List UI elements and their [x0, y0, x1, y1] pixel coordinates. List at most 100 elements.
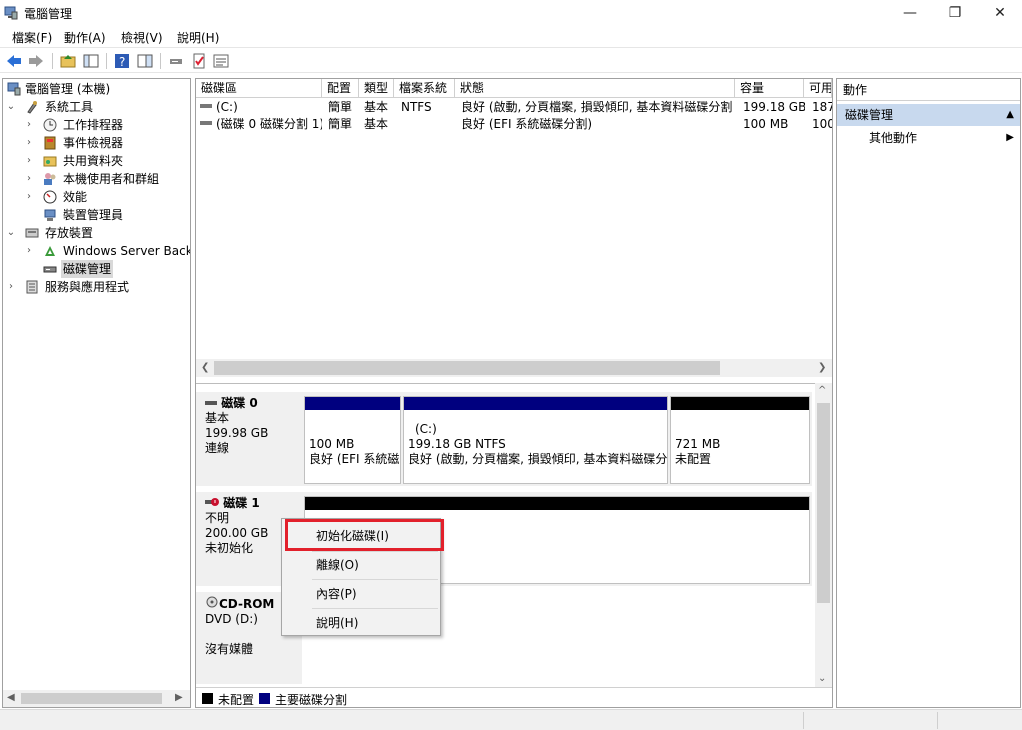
submenu-arrow-icon: ▶	[1006, 132, 1014, 143]
menu-item-properties[interactable]: 內容(P)	[284, 581, 438, 607]
tree-label: 共用資料夾	[63, 154, 124, 168]
scroll-thumb[interactable]	[817, 403, 830, 603]
table-row[interactable]: (C:) 簡單 基本 NTFS 良好 (啟動, 分頁檔案, 損毀傾印, 基本資料…	[196, 99, 832, 116]
storage-icon	[25, 228, 39, 238]
menu-view[interactable]: 檢視(V)	[121, 29, 163, 46]
tree-item-device-manager[interactable]: 裝置管理員	[23, 206, 190, 224]
tree-label: 存放裝置	[45, 226, 94, 240]
tree-label: 事件檢視器	[63, 136, 124, 150]
navigation-tree: 電腦管理 (本機) ⌄ 系統工具 › 工作排程器 › 事件檢視器 › 共用資料夾…	[2, 78, 191, 708]
partition-efi[interactable]: 100 MB 良好 (EFI 系統磁	[304, 396, 401, 484]
tree-item-system-tools[interactable]: ⌄ 系統工具	[5, 98, 190, 116]
up-folder-icon[interactable]	[59, 52, 77, 70]
scroll-thumb[interactable]	[214, 361, 720, 375]
disk-icon	[205, 401, 217, 405]
scroll-down-icon[interactable]: ⌄	[818, 673, 826, 684]
chevron-right-icon[interactable]: ›	[23, 116, 35, 134]
tree-item-services-apps[interactable]: › 服務與應用程式	[5, 278, 190, 296]
menu-help[interactable]: 說明(H)	[177, 29, 219, 46]
list-view-icon[interactable]	[212, 52, 230, 70]
tree-item-task-scheduler[interactable]: › 工作排程器	[23, 116, 190, 134]
column-header-status[interactable]: 狀態	[455, 79, 735, 98]
svg-text:?: ?	[119, 55, 125, 69]
close-button[interactable]: ✕	[977, 0, 1022, 26]
legend-unallocated-swatch	[202, 693, 213, 704]
help-icon[interactable]: ?	[113, 52, 131, 70]
highlight-box	[285, 519, 444, 551]
performance-icon	[43, 190, 57, 204]
chevron-right-icon[interactable]: ›	[5, 278, 17, 296]
disk-vertical-scrollbar[interactable]: ^ ⌄	[815, 383, 832, 689]
back-arrow-icon[interactable]	[5, 52, 23, 70]
legend: 未配置 主要磁碟分割	[196, 687, 832, 707]
legend-unallocated: 未配置	[218, 693, 255, 707]
actions-group-disk-management[interactable]: 磁碟管理 ▲	[837, 104, 1020, 126]
cell-status: 良好 (EFI 系統磁碟分割)	[461, 117, 593, 131]
tree-item-windows-backup[interactable]: › Windows Server Backu	[23, 242, 190, 260]
cell-capacity: 100 MB	[743, 117, 789, 131]
chevron-down-icon[interactable]: ⌄	[5, 224, 17, 242]
chevron-right-icon[interactable]: ›	[23, 242, 35, 260]
computer-management-icon	[4, 6, 18, 20]
column-header-type[interactable]: 類型	[359, 79, 394, 98]
tree-item-shared-folders[interactable]: › 共用資料夾	[23, 152, 190, 170]
legend-primary: 主要磁碟分割	[275, 693, 348, 707]
menu-item-help[interactable]: 說明(H)	[284, 610, 438, 636]
chevron-down-icon[interactable]: ⌄	[5, 98, 17, 116]
menu-action[interactable]: 動作(A)	[64, 29, 106, 46]
menu-item-offline[interactable]: 離線(O)	[284, 552, 438, 578]
menu-file[interactable]: 檔案(F)	[12, 29, 52, 46]
toolbar: ?	[0, 47, 1022, 73]
actions-title: 動作	[837, 79, 1020, 101]
tree-item-event-viewer[interactable]: › 事件檢視器	[23, 134, 190, 152]
properties-pane-icon[interactable]	[136, 52, 154, 70]
cell-volume: (C:)	[216, 100, 238, 114]
tree-label: 效能	[63, 190, 88, 204]
partition-unallocated-0[interactable]: 721 MB 未配置	[670, 396, 810, 484]
disk-0-status: 連線	[205, 441, 230, 455]
forward-arrow-icon[interactable]	[27, 52, 45, 70]
column-header-layout[interactable]: 配置	[322, 79, 359, 98]
column-header-free[interactable]: 可用	[804, 79, 832, 98]
unallocated-bar	[305, 497, 809, 510]
chevron-right-icon[interactable]: ›	[23, 170, 35, 188]
tree-item-disk-management[interactable]: 磁碟管理	[23, 260, 190, 278]
minimize-button[interactable]: —	[887, 0, 933, 26]
disk-1-name: 磁碟 1	[223, 496, 260, 510]
partition-status: 良好 (啟動, 分頁檔案, 損毀傾印, 基本資料磁碟分	[408, 452, 668, 466]
chevron-right-icon[interactable]: ›	[23, 188, 35, 206]
tree-item-local-users[interactable]: › 本機使用者和群組	[23, 170, 190, 188]
scroll-up-icon[interactable]: ^	[818, 385, 826, 396]
column-header-capacity[interactable]: 容量	[735, 79, 804, 98]
cell-layout: 簡單	[328, 100, 353, 114]
partition-status: 未配置	[675, 452, 712, 466]
tree-item-storage[interactable]: ⌄ 存放裝置	[5, 224, 190, 242]
maximize-button[interactable]: ❐	[932, 0, 978, 26]
action-more-actions[interactable]: 其他動作 ▶	[837, 128, 1020, 148]
volume-horizontal-scrollbar[interactable]: ❮ ❯	[196, 359, 832, 377]
tree-horizontal-scrollbar[interactable]: ◀ ▶	[3, 690, 190, 707]
disk-error-icon	[205, 498, 219, 506]
scroll-left-icon[interactable]: ◀	[7, 692, 15, 703]
table-row[interactable]: (磁碟 0 磁碟分割 1) 簡單 基本 良好 (EFI 系統磁碟分割) 100 …	[196, 116, 832, 133]
column-header-filesystem[interactable]: 檔案系統	[394, 79, 455, 98]
tree-item-performance[interactable]: › 效能	[23, 188, 190, 206]
scroll-thumb[interactable]	[21, 693, 162, 704]
tree-item-root[interactable]: 電腦管理 (本機)	[5, 80, 190, 98]
scroll-right-icon[interactable]: ❯	[818, 362, 826, 373]
action-label: 其他動作	[869, 131, 918, 145]
connect-icon[interactable]	[167, 52, 185, 70]
column-header-volume[interactable]: 磁碟區	[196, 79, 322, 98]
cell-type: 基本	[364, 117, 389, 131]
partition-c[interactable]: (C:) 199.18 GB NTFS 良好 (啟動, 分頁檔案, 損毀傾印, …	[403, 396, 668, 484]
status-bar	[0, 709, 1022, 730]
scroll-right-icon[interactable]: ▶	[175, 692, 183, 703]
collapse-up-icon[interactable]: ▲	[1006, 104, 1014, 126]
check-document-icon[interactable]	[190, 52, 208, 70]
disk-0-header[interactable]: 磁碟 0 基本 199.98 GB 連線	[196, 392, 302, 486]
scroll-left-icon[interactable]: ❮	[201, 362, 209, 373]
show-hide-tree-icon[interactable]	[82, 52, 100, 70]
chevron-right-icon[interactable]: ›	[23, 152, 35, 170]
shared-folder-icon	[43, 156, 57, 167]
chevron-right-icon[interactable]: ›	[23, 134, 35, 152]
